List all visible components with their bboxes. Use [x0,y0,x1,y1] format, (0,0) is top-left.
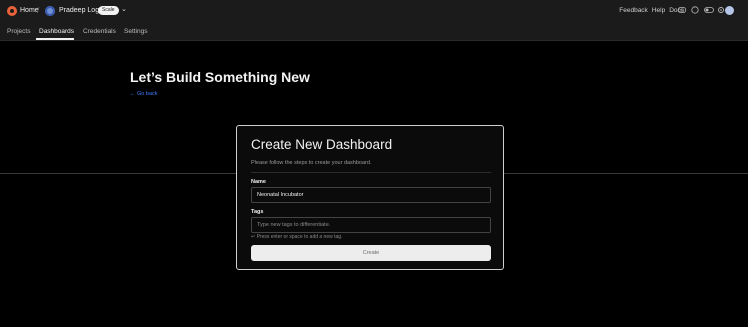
header-icons [678,6,725,14]
home-link[interactable]: Home [20,7,39,14]
tab-projects[interactable]: Projects [7,28,30,35]
settings-icon[interactable] [717,6,725,14]
tags-label: Tags [251,209,264,215]
create-dashboard-modal: Create New Dashboard Please follow the s… [236,125,504,270]
chat-icon[interactable] [691,6,699,14]
nav-tabs: Projects Dashboards Credentials Settings [0,24,748,41]
header-links: Feedback Help Docs [619,7,684,14]
feedback-link[interactable]: Feedback [619,7,648,14]
chevron-down-icon[interactable]: ⌄ [121,5,127,13]
app-logo-icon[interactable] [7,6,17,16]
create-button[interactable]: Create [251,245,491,261]
tab-credentials[interactable]: Credentials [83,28,116,35]
user-name[interactable]: Pradeep Logu [59,7,103,14]
discord-icon[interactable] [678,6,686,14]
user-avatar [45,6,55,16]
modal-subtitle: Please follow the steps to create your d… [251,160,372,166]
name-input[interactable] [251,187,491,203]
page-title: Let’s Build Something New [130,69,310,85]
help-link[interactable]: Help [652,7,665,14]
tab-settings[interactable]: Settings [124,28,148,35]
plan-badge: Scale [98,6,119,15]
name-label: Name [251,179,266,185]
tab-dashboards[interactable]: Dashboards [39,28,74,35]
breadcrumb-separator: / [37,6,40,15]
theme-toggle-icon[interactable] [704,6,714,14]
modal-title: Create New Dashboard [251,137,393,152]
tags-hint: ↵ Press enter or space to add a new tag. [251,234,343,240]
account-avatar[interactable] [725,6,734,15]
modal-divider [251,172,491,173]
active-tab-indicator [36,38,74,40]
tags-input[interactable] [251,217,491,233]
top-bar: Home / Pradeep Logu Scale ⌄ Feedback Hel… [0,0,748,24]
go-back-link[interactable]: ← Go back [130,91,158,97]
